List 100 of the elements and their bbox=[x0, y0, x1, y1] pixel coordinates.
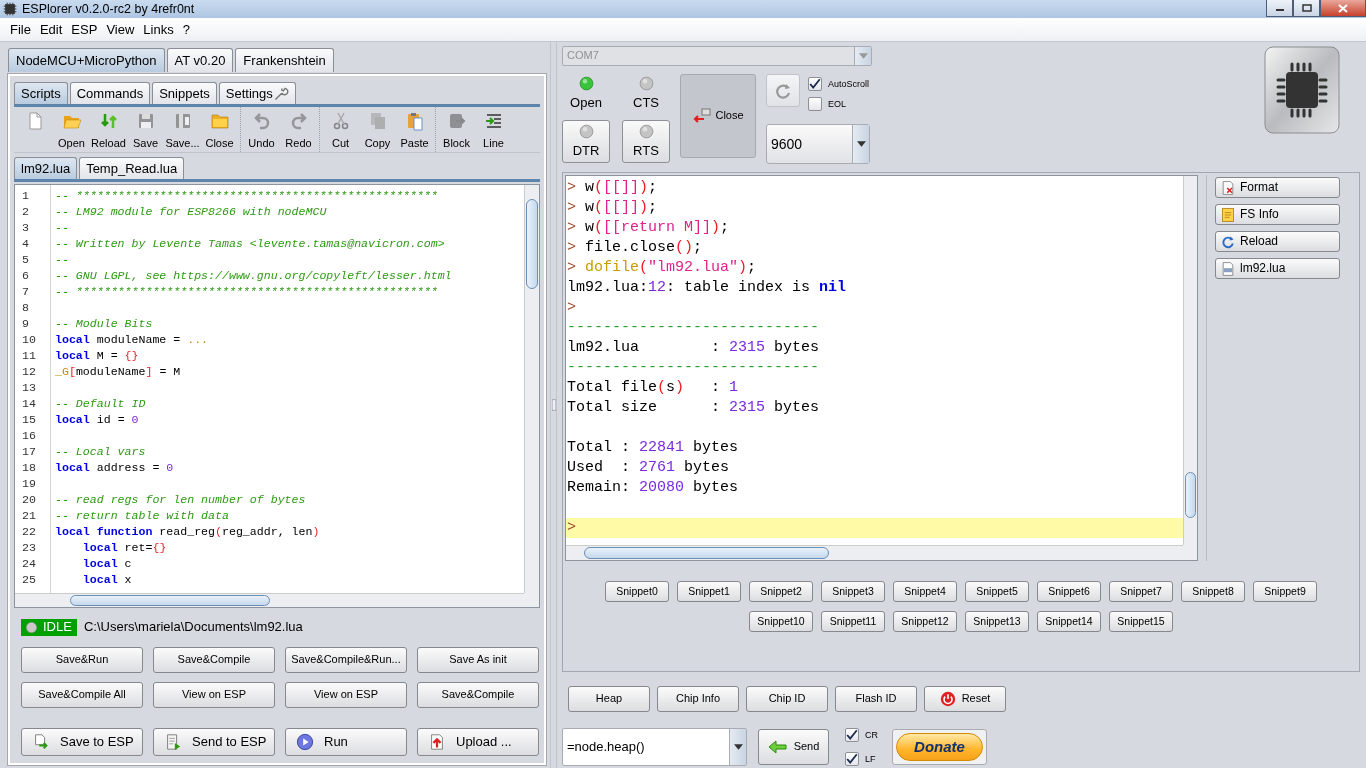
code-line: _G[moduleName] = M bbox=[54, 364, 181, 380]
send-button[interactable]: Send bbox=[758, 729, 829, 765]
snippet-button[interactable]: Snippet10 bbox=[749, 611, 813, 632]
snippet-button[interactable]: Snippet14 bbox=[1037, 611, 1101, 632]
snippet-button[interactable]: Snippet12 bbox=[893, 611, 957, 632]
snippet-button[interactable]: Snippet7 bbox=[1109, 581, 1173, 602]
scroll-thumb[interactable] bbox=[584, 547, 829, 559]
play-icon bbox=[296, 733, 314, 751]
menu-item[interactable]: Links bbox=[139, 21, 179, 38]
toggle-button[interactable]: RTS bbox=[622, 120, 670, 163]
snippet-button[interactable]: Snippet5 bbox=[965, 581, 1029, 602]
menu-item[interactable]: Edit bbox=[35, 21, 68, 38]
snippet-button[interactable]: Snippet4 bbox=[893, 581, 957, 602]
menu-item[interactable]: ? bbox=[178, 21, 195, 38]
action-button[interactable]: Save to ESP bbox=[21, 728, 143, 756]
tab[interactable]: Temp_Read.lua bbox=[79, 157, 185, 179]
scrollbar[interactable] bbox=[1183, 176, 1197, 545]
scroll-thumb[interactable] bbox=[1185, 472, 1196, 518]
code-line: -- Written by Levente Tamas <levente.tamas@navicron.com> bbox=[54, 236, 445, 252]
snippet-button[interactable]: Snippet8 bbox=[1181, 581, 1245, 602]
toolbar-button[interactable]: Close bbox=[201, 107, 238, 152]
menu-item[interactable]: File bbox=[6, 21, 36, 38]
script-button[interactable]: Save&Run bbox=[21, 647, 143, 673]
file-button[interactable]: Format bbox=[1215, 177, 1340, 198]
code-line: local ret={} bbox=[81, 540, 167, 556]
toolbar-button[interactable]: Line bbox=[475, 107, 512, 152]
menu-item[interactable]: ESP bbox=[67, 21, 103, 38]
tab[interactable]: Frankenshtein bbox=[235, 48, 334, 72]
script-button[interactable]: View on ESP bbox=[285, 682, 407, 708]
script-button[interactable]: View on ESP bbox=[153, 682, 275, 708]
power-icon bbox=[939, 691, 956, 707]
maximize-button[interactable] bbox=[1293, 0, 1320, 17]
line-number: 23 bbox=[21, 540, 37, 556]
checkbox[interactable] bbox=[808, 77, 822, 91]
snippet-button[interactable]: Snippet2 bbox=[749, 581, 813, 602]
command-button[interactable]: Reset bbox=[924, 686, 1006, 712]
minimize-button[interactable] bbox=[1266, 0, 1293, 17]
snippet-button[interactable]: Snippet0 bbox=[605, 581, 669, 602]
line-number: 17 bbox=[21, 444, 37, 460]
tab[interactable]: Scripts bbox=[14, 82, 68, 104]
tab[interactable]: NodeMCU+MicroPython bbox=[8, 48, 165, 72]
toolbar-button[interactable]: Open bbox=[53, 107, 90, 152]
close-port-button[interactable]: Close bbox=[680, 74, 756, 158]
code-line: -- **************************************************** bbox=[54, 284, 438, 300]
tab[interactable]: lm92.lua bbox=[14, 157, 78, 179]
command-field[interactable]: =node.heap() bbox=[567, 739, 727, 755]
line-number: 4 bbox=[21, 236, 30, 252]
scroll-thumb[interactable] bbox=[526, 199, 538, 289]
file-button[interactable]: FS Info bbox=[1215, 204, 1340, 225]
line-number: 12 bbox=[21, 364, 37, 380]
tab[interactable]: AT v0.20 bbox=[166, 48, 234, 72]
refresh-icon bbox=[1220, 233, 1236, 250]
command-dropdown[interactable]: =node.heap() bbox=[562, 728, 747, 766]
action-button[interactable]: Upload ... bbox=[417, 728, 539, 756]
line-number: 13 bbox=[21, 380, 37, 396]
file-button[interactable]: Reload bbox=[1215, 231, 1340, 252]
snippet-button[interactable]: Snippet1 bbox=[677, 581, 741, 602]
script-button[interactable]: Save&Compile bbox=[153, 647, 275, 673]
checkbox[interactable] bbox=[845, 752, 859, 766]
checkbox[interactable] bbox=[845, 728, 859, 742]
snippet-button[interactable]: Snippet3 bbox=[821, 581, 885, 602]
tab[interactable]: Commands bbox=[69, 82, 151, 104]
command-button[interactable]: Chip ID bbox=[746, 686, 828, 712]
toggle-button[interactable]: DTR bbox=[562, 120, 610, 163]
command-button[interactable]: Heap bbox=[568, 686, 650, 712]
command-button[interactable]: Chip Info bbox=[657, 686, 739, 712]
line-number: 11 bbox=[21, 348, 37, 364]
file-icon bbox=[1220, 260, 1236, 277]
scrollbar[interactable] bbox=[524, 185, 539, 593]
checkbox[interactable] bbox=[808, 97, 822, 111]
script-button[interactable]: Save&Compile All bbox=[21, 682, 143, 708]
toolbar-button[interactable]: Paste bbox=[396, 107, 433, 152]
close-button[interactable] bbox=[1320, 0, 1366, 17]
snippet-button[interactable]: Snippet9 bbox=[1253, 581, 1317, 602]
snippet-button[interactable]: Snippet11 bbox=[821, 611, 885, 632]
tab[interactable]: Snippets bbox=[152, 82, 217, 104]
toolbar-button[interactable]: Reload bbox=[90, 107, 127, 152]
scroll-thumb[interactable] bbox=[70, 595, 270, 606]
scrollbar[interactable] bbox=[566, 545, 1183, 560]
console-line: Remain: 20080 bytes bbox=[566, 478, 740, 498]
script-button[interactable]: Save&Compile&Run... bbox=[285, 647, 407, 673]
action-button[interactable]: Run bbox=[285, 728, 407, 756]
console-line: Total size : 2315 bytes bbox=[566, 398, 821, 418]
snippet-button[interactable]: Snippet13 bbox=[965, 611, 1029, 632]
folder-icon bbox=[209, 111, 230, 131]
script-button[interactable]: Save&Compile bbox=[417, 682, 539, 708]
line-number: 22 bbox=[21, 524, 37, 540]
snippet-button[interactable]: Snippet6 bbox=[1037, 581, 1101, 602]
tab[interactable]: Settings bbox=[218, 82, 296, 104]
scrollbar[interactable] bbox=[15, 593, 524, 607]
file-button[interactable]: lm92.lua bbox=[1215, 258, 1340, 279]
script-button[interactable]: Save As init bbox=[417, 647, 539, 673]
action-button[interactable]: Send to ESP bbox=[153, 728, 275, 756]
command-button[interactable]: Flash ID bbox=[835, 686, 917, 712]
menu-item[interactable]: View bbox=[102, 21, 140, 38]
snippet-button[interactable]: Snippet15 bbox=[1109, 611, 1173, 632]
line-number: 16 bbox=[21, 428, 37, 444]
baud-dropdown[interactable]: 9600 bbox=[766, 124, 870, 164]
donate-button[interactable]: Donate bbox=[892, 729, 987, 765]
refresh-button[interactable] bbox=[766, 74, 800, 107]
